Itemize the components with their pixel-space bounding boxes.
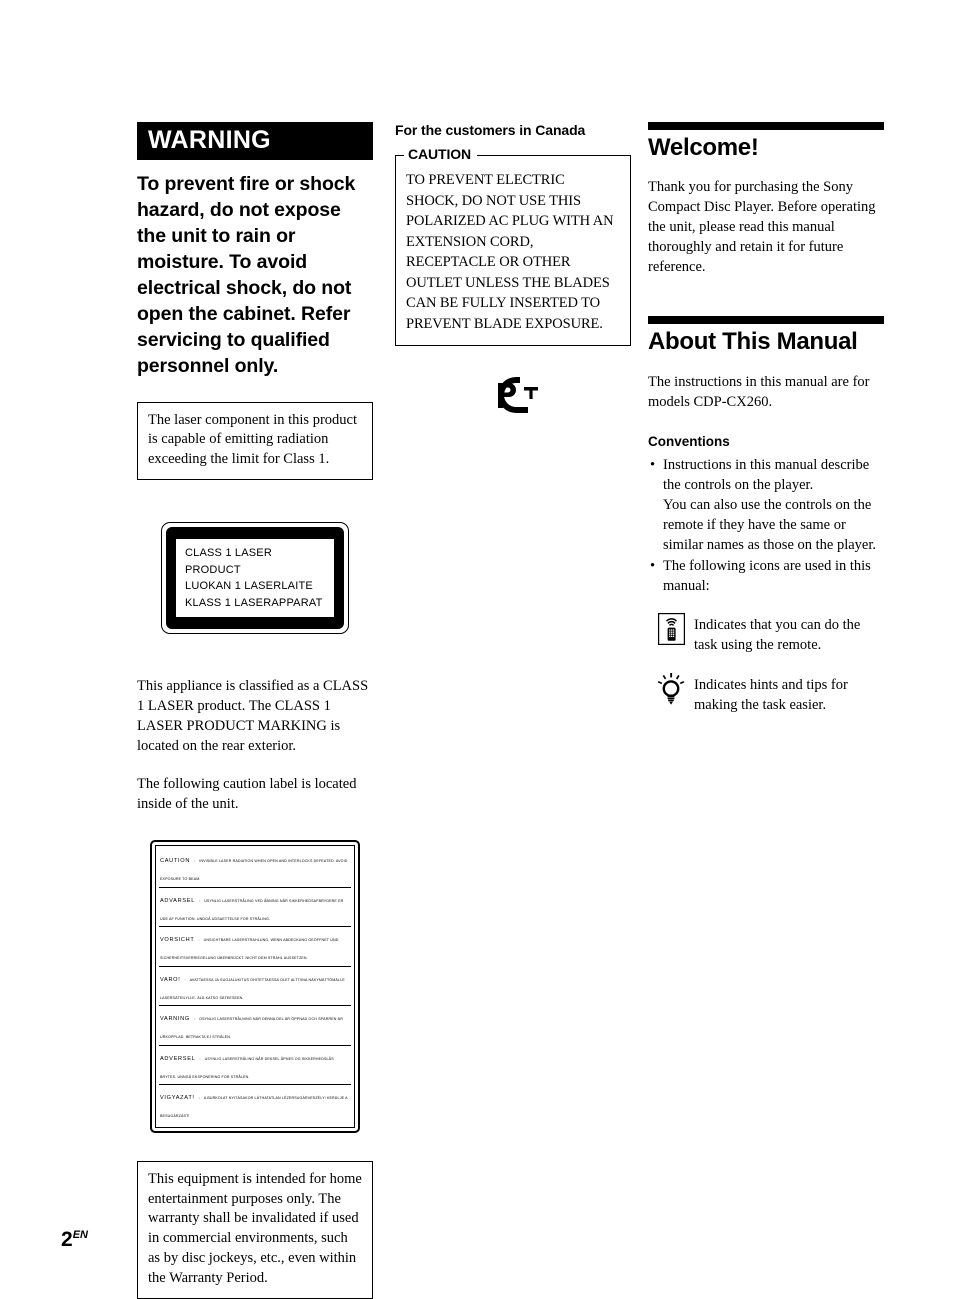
caution-label-location-paragraph: The following caution label is located i… [137,776,357,813]
about-manual-section: About This Manual The instructions in th… [648,316,884,714]
canada-customers-heading: For the customers in Canada [395,122,586,138]
lightbulb-icon-slot [648,672,694,705]
page-number: 2 [61,1228,73,1251]
section-rule [648,122,884,130]
lightbulb-icon [657,672,685,705]
laser-label-outer-frame: CLASS 1 LASER PRODUCT LUOKAN 1 LASERLAIT… [161,522,349,635]
canada-caution-box: CAUTION TO PREVENT ELECTRIC SHOCK, DO NO… [395,146,631,346]
bullet-main-text: The following icons are used in this man… [663,557,871,594]
list-item: Instructions in this manual describe the… [650,455,884,555]
caution-row: VARNING : OSYNLIG LASERSTRÅLNING NÄR DEN… [159,1006,351,1046]
remote-control-icon [657,612,685,645]
caution-row-separator: : [184,977,186,982]
caution-row: VARO! : AVATTAESSA JA SUOJALUKITUS OHITE… [159,967,351,1007]
certification-mark-area [395,374,631,416]
laser-label-black-field: CLASS 1 LASER PRODUCT LUOKAN 1 LASERLAIT… [166,527,344,630]
caution-row-text: AVATTAESSA JA SUOJALUKITUS OHITETTAESSA … [160,977,345,1000]
caution-row-separator: : [199,898,201,903]
caution-row: CAUTION : INVISIBLE LASER RADIATION WHEN… [159,848,351,888]
laser-label-text: CLASS 1 LASER PRODUCT LUOKAN 1 LASERLAIT… [176,539,334,618]
caution-row-separator: : [193,1017,196,1022]
caution-row-separator: : [198,938,200,943]
page-folio: 2EN [61,1228,88,1252]
icon-legend-item: Indicates that you can do the task using… [648,612,884,655]
page-region-code: EN [72,1229,88,1241]
caution-row-separator: : [198,1096,200,1101]
caution-label-outer-frame: CAUTION : INVISIBLE LASER RADIATION WHEN… [150,840,360,1133]
right-column: Welcome! Thank you for purchasing the So… [648,122,884,732]
canada-caution-text: TO PREVENT ELECTRIC SHOCK, DO NOT USE TH… [406,172,614,333]
middle-column: For the customers in Canada CAUTION TO P… [395,122,631,416]
caution-row-language: VORSICHT [160,937,195,944]
section-rule [648,316,884,325]
welcome-title: Welcome! [648,134,759,161]
caution-label-inner-frame: CAUTION : INVISIBLE LASER RADIATION WHEN… [155,845,355,1128]
caution-row: ADVARSEL : USYNLIG LASERSTRÅLING VED ÅBN… [159,888,351,928]
welcome-section: Welcome! Thank you for purchasing the So… [648,122,884,277]
warning-heading: WARNING [137,122,373,161]
welcome-body: Thank you for purchasing the Sony Compac… [648,179,876,276]
home-use-warranty-box: This equipment is intended for home ente… [137,1160,373,1299]
caution-row-language: VARO! [160,976,181,983]
lightbulb-icon-description: Indicates hints and tips for making the … [694,676,848,713]
conventions-heading: Conventions [648,433,730,449]
caution-row-language: ADVERSEL [160,1055,196,1062]
bullet-continuation-text: You can also use the controls on the rem… [663,496,877,553]
warning-body-text: To prevent fire or shock hazard, do not … [137,173,356,377]
about-manual-title: About This Manual [648,328,858,356]
about-manual-body: The instructions in this manual are for … [648,373,870,410]
remote-icon-description: Indicates that you can do the task using… [694,616,861,653]
icon-legend-list: Indicates that you can do the task using… [648,612,884,715]
manual-page: WARNING To prevent fire or shock hazard,… [0,0,954,1299]
conventions-list: Instructions in this manual describe the… [648,455,884,596]
caution-row: VIGYAZAT! : A BURKOLAT NYITÁSAKOR LÁTHAT… [159,1085,351,1124]
bullet-main-text: Instructions in this manual describe the… [663,456,870,493]
multilanguage-caution-label: CAUTION : INVISIBLE LASER RADIATION WHEN… [137,840,373,1133]
laser-component-note-box: The laser component in this product is c… [137,401,373,481]
remote-control-icon-slot [648,612,694,645]
pct-gost-r-mark-icon [498,376,538,413]
caution-row-language: ADVARSEL [160,897,196,904]
caution-row-separator: : [194,859,196,864]
caution-row-language: CAUTION [160,858,191,865]
canada-caution-legend: CAUTION [404,146,478,162]
caution-row: VORSICHT : UNSICHTBARE LASERSTRAHLUNG, W… [159,927,351,967]
class-1-laser-label: CLASS 1 LASER PRODUCT LUOKAN 1 LASERLAIT… [137,522,373,635]
caution-row-language: VARNING [160,1016,190,1023]
list-item: The following icons are used in this man… [650,556,884,596]
icon-legend-item: Indicates hints and tips for making the … [648,672,884,715]
caution-row: ADVERSEL : USYNLIG LASERSTRÅLING NÅR DEK… [159,1046,351,1086]
caution-row-separator: : [199,1056,201,1061]
left-column: WARNING To prevent fire or shock hazard,… [137,122,373,1299]
appliance-classification-paragraph: This appliance is classified as a CLASS … [137,678,369,755]
caution-row-language: VIGYAZAT! [160,1095,195,1102]
